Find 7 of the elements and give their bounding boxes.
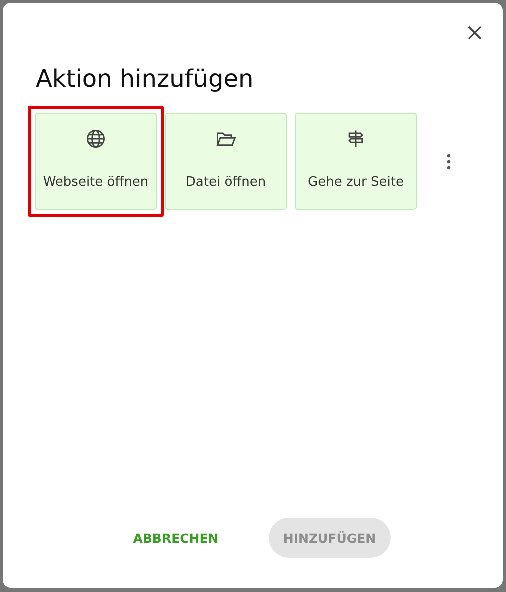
action-tile[interactable]: Webseite öffnen [35, 113, 157, 210]
action-tile[interactable]: Datei öffnen [165, 113, 287, 210]
globe-icon [85, 128, 107, 150]
close-icon [467, 25, 483, 41]
action-tile[interactable]: Gehe zur Seite [295, 113, 417, 210]
dialog-title: Aktion hinzufügen [36, 65, 254, 93]
more-icon [447, 154, 451, 170]
